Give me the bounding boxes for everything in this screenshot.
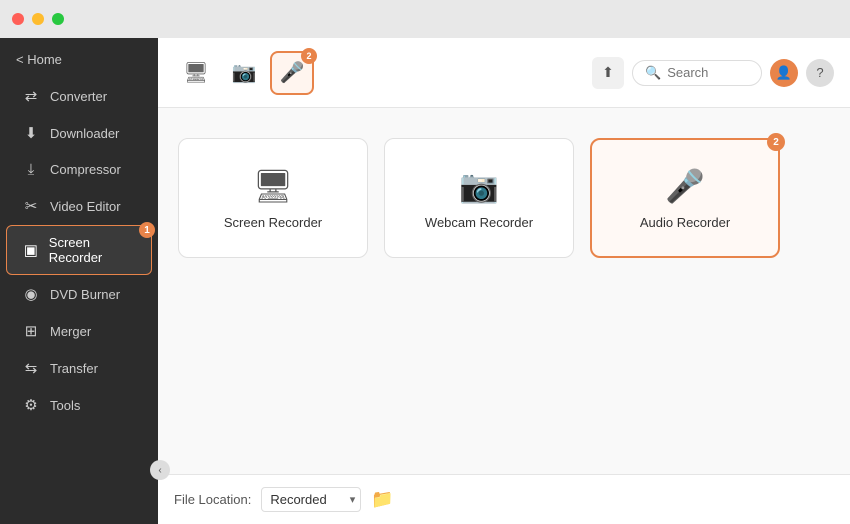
tools-label: Tools bbox=[50, 398, 80, 413]
sidebar-item-compressor[interactable]: ⤓ Compressor bbox=[6, 152, 152, 187]
screen-recorder-label: Screen Recorder bbox=[49, 235, 135, 265]
bottom-bar: File Location: RecordedDesktopDocumentsD… bbox=[158, 474, 850, 524]
merger-label: Merger bbox=[50, 324, 91, 339]
recorder-grid: 🖥 Screen Recorder 📷 Webcam Recorder 🎤 Audio R… bbox=[178, 138, 830, 258]
card-webcam-recorder-label: Webcam Recorder bbox=[425, 215, 533, 230]
tools-icon: ⚙ bbox=[22, 396, 40, 414]
sidebar-item-screen-recorder[interactable]: ▣ Screen Recorder1 bbox=[6, 225, 152, 275]
tab-screen[interactable]: 🖥 bbox=[174, 51, 218, 95]
app-body: < Home ⇄ Converter ⬇ Downloader ⤓ Compressor ✂… bbox=[0, 38, 850, 524]
downloader-label: Downloader bbox=[50, 126, 119, 141]
downloader-icon: ⬇ bbox=[22, 124, 40, 142]
video-editor-label: Video Editor bbox=[50, 199, 121, 214]
card-audio-recorder[interactable]: 🎤Audio Recorder2 bbox=[590, 138, 780, 258]
compressor-icon: ⤓ bbox=[22, 161, 40, 178]
file-location-label: File Location: bbox=[174, 492, 251, 507]
tab-screen-icon: 🖥 bbox=[183, 60, 208, 85]
sidebar-item-video-editor[interactable]: ✂ Video Editor bbox=[6, 188, 152, 224]
card-screen-recorder[interactable]: 🖥 Screen Recorder bbox=[178, 138, 368, 258]
card-audio-recorder-label: Audio Recorder bbox=[640, 215, 730, 230]
dvd-burner-label: DVD Burner bbox=[50, 287, 120, 302]
topbar: 🖥 📷 🎤2 ⬆ 🔍 👤 ? bbox=[158, 38, 850, 108]
maximize-button[interactable] bbox=[52, 13, 64, 25]
card-audio-recorder-badge: 2 bbox=[767, 133, 785, 151]
sidebar-item-converter[interactable]: ⇄ Converter bbox=[6, 78, 152, 114]
sidebar-item-merger[interactable]: ⊞ Merger bbox=[6, 313, 152, 349]
converter-icon: ⇄ bbox=[22, 87, 40, 105]
user-avatar[interactable]: 👤 bbox=[770, 59, 798, 87]
sidebar-collapse-button[interactable]: ‹ bbox=[150, 460, 170, 480]
transfer-label: Transfer bbox=[50, 361, 98, 376]
card-webcam-recorder[interactable]: 📷 Webcam Recorder bbox=[384, 138, 574, 258]
home-link[interactable]: < Home bbox=[0, 46, 158, 77]
search-box[interactable]: 🔍 bbox=[632, 60, 762, 86]
search-input[interactable] bbox=[667, 65, 757, 80]
converter-label: Converter bbox=[50, 89, 107, 104]
upload-button[interactable]: ⬆ bbox=[592, 57, 624, 89]
dvd-burner-icon: ◉ bbox=[22, 285, 40, 303]
sidebar-item-transfer[interactable]: ⇆ Transfer bbox=[6, 350, 152, 386]
sidebar-item-downloader[interactable]: ⬇ Downloader bbox=[6, 115, 152, 151]
minimize-button[interactable] bbox=[32, 13, 44, 25]
close-button[interactable] bbox=[12, 13, 24, 25]
card-webcam-recorder-icon: 📷 bbox=[459, 167, 499, 205]
card-audio-recorder-icon: 🎤 bbox=[665, 167, 705, 205]
screen-recorder-icon: ▣ bbox=[23, 241, 39, 259]
merger-icon: ⊞ bbox=[22, 322, 40, 340]
folder-button[interactable]: 📁 bbox=[371, 489, 393, 510]
titlebar bbox=[0, 0, 850, 38]
video-editor-icon: ✂ bbox=[22, 197, 40, 215]
search-icon: 🔍 bbox=[645, 65, 661, 81]
compressor-label: Compressor bbox=[50, 162, 121, 177]
tab-audio-badge: 2 bbox=[301, 48, 317, 64]
sidebar: < Home ⇄ Converter ⬇ Downloader ⤓ Compressor ✂… bbox=[0, 38, 158, 524]
tab-webcam[interactable]: 📷 bbox=[222, 51, 266, 95]
content-area: 🖥📷🎤2 ⬆ 🔍 👤 ? 🖥Screen Recorder📷Webcam Rec… bbox=[158, 38, 850, 524]
tab-audio-icon: 🎤 bbox=[280, 60, 305, 85]
main-area: 🖥 Screen Recorder 📷 Webcam Recorder 🎤 Audio R… bbox=[158, 108, 850, 474]
card-screen-recorder-icon: 🖥 bbox=[253, 167, 294, 205]
sidebar-item-dvd-burner[interactable]: ◉ DVD Burner bbox=[6, 276, 152, 312]
tab-audio[interactable]: 🎤2 bbox=[270, 51, 314, 95]
transfer-icon: ⇆ bbox=[22, 359, 40, 377]
screen-recorder-badge: 1 bbox=[139, 222, 155, 238]
sidebar-item-tools[interactable]: ⚙ Tools bbox=[6, 387, 152, 423]
location-select-wrapper[interactable]: RecordedDesktopDocumentsDownloads bbox=[261, 487, 361, 512]
help-button[interactable]: ? bbox=[806, 59, 834, 87]
tab-webcam-icon: 📷 bbox=[232, 60, 257, 85]
card-screen-recorder-label: Screen Recorder bbox=[224, 215, 322, 230]
location-select[interactable]: RecordedDesktopDocumentsDownloads bbox=[261, 487, 361, 512]
topbar-right: ⬆ 🔍 👤 ? bbox=[592, 57, 834, 89]
